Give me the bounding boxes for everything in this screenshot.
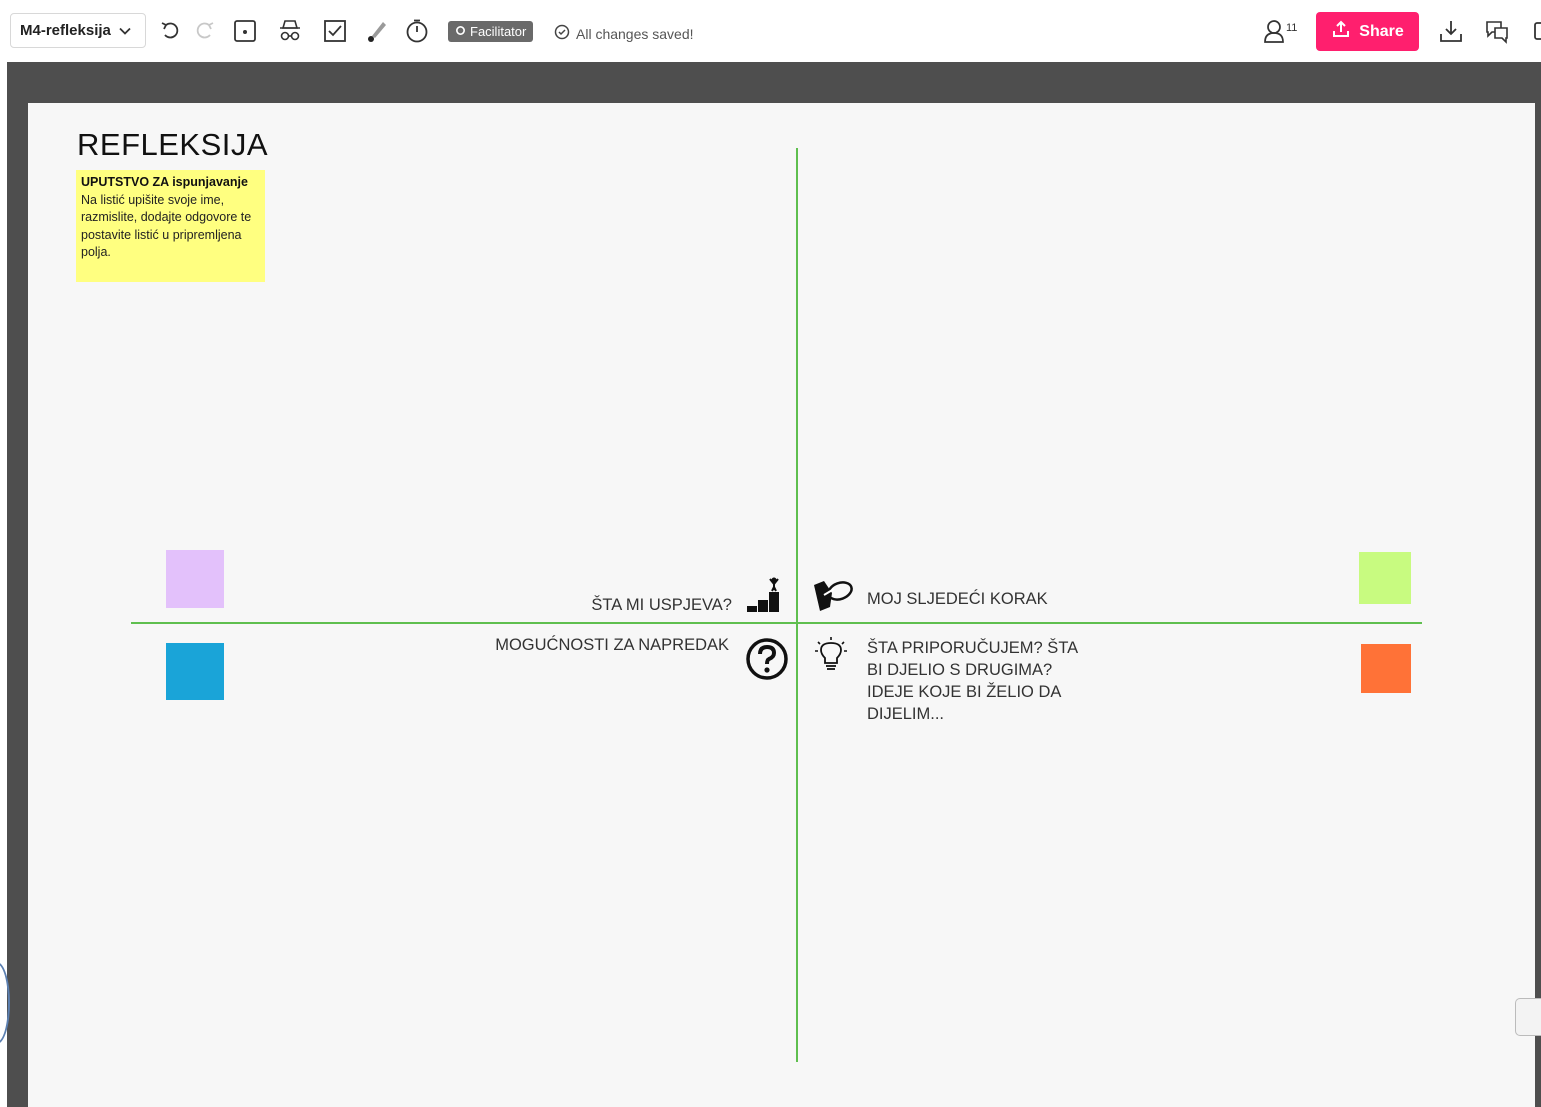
next-step-hand-icon bbox=[810, 577, 854, 618]
download-icon[interactable] bbox=[1438, 18, 1464, 44]
gear-icon bbox=[455, 24, 466, 39]
redo-icon[interactable] bbox=[191, 18, 217, 44]
sticky-note-green[interactable] bbox=[1359, 552, 1411, 604]
instructions-sticky-note[interactable]: UPUTSTVO ZA ispunjavanje Na listić upiši… bbox=[76, 170, 265, 282]
anonymous-mode-icon[interactable] bbox=[277, 18, 303, 44]
label-next-step: MOJ SLJEDEĆI KORAK bbox=[867, 590, 1048, 608]
save-status: All changes saved! bbox=[554, 24, 694, 43]
top-toolbar: M4-refleksija Facilitator All changes sa… bbox=[0, 0, 1541, 62]
board-title: REFLEKSIJA bbox=[77, 127, 269, 162]
timer-icon[interactable] bbox=[404, 18, 430, 44]
voting-icon[interactable] bbox=[322, 18, 348, 44]
participants-button[interactable]: 11 bbox=[1262, 18, 1297, 47]
share-button[interactable]: Share bbox=[1316, 12, 1419, 51]
sticky-note-icon[interactable] bbox=[232, 18, 258, 44]
check-circle-icon bbox=[554, 24, 570, 43]
save-status-text: All changes saved! bbox=[576, 25, 694, 42]
undo-icon[interactable] bbox=[158, 18, 184, 44]
board-name-dropdown[interactable]: M4-refleksija bbox=[10, 13, 146, 48]
chevron-down-icon bbox=[119, 22, 131, 39]
sticky-note-orange[interactable] bbox=[1361, 644, 1411, 693]
sticky-note-purple[interactable] bbox=[166, 550, 224, 608]
instructions-body: Na listić upišite svoje ime, razmislite,… bbox=[81, 192, 252, 260]
horizontal-divider bbox=[131, 622, 1422, 624]
comments-icon[interactable] bbox=[1484, 18, 1510, 44]
user-count: 11 bbox=[1286, 22, 1298, 34]
highlighter-icon[interactable] bbox=[363, 18, 389, 44]
facilitator-button[interactable]: Facilitator bbox=[448, 21, 534, 42]
facilitator-label: Facilitator bbox=[470, 24, 527, 39]
panel-icon[interactable] bbox=[1527, 18, 1541, 44]
vertical-divider bbox=[796, 148, 798, 1062]
label-what-works: ŠTA MI USPJEVA? bbox=[591, 596, 732, 614]
lightbulb-icon bbox=[814, 636, 848, 681]
label-improvement: MOGUĆNOSTI ZA NAPREDAK bbox=[495, 636, 729, 654]
label-recommendations: ŠTA PRIPORUČUJEM? ŠTA BI DJELIO S DRUGIM… bbox=[867, 639, 1078, 723]
success-podium-icon bbox=[746, 576, 782, 619]
instructions-heading: UPUTSTVO ZA ispunjavanje bbox=[81, 175, 248, 189]
upload-icon bbox=[1331, 19, 1351, 44]
sticky-note-blue[interactable] bbox=[166, 643, 224, 700]
board-name: M4-refleksija bbox=[20, 22, 111, 39]
question-mark-icon bbox=[745, 637, 789, 686]
hand-tool-handle[interactable] bbox=[1515, 998, 1541, 1036]
user-icon bbox=[1262, 18, 1286, 47]
share-label: Share bbox=[1359, 22, 1404, 40]
